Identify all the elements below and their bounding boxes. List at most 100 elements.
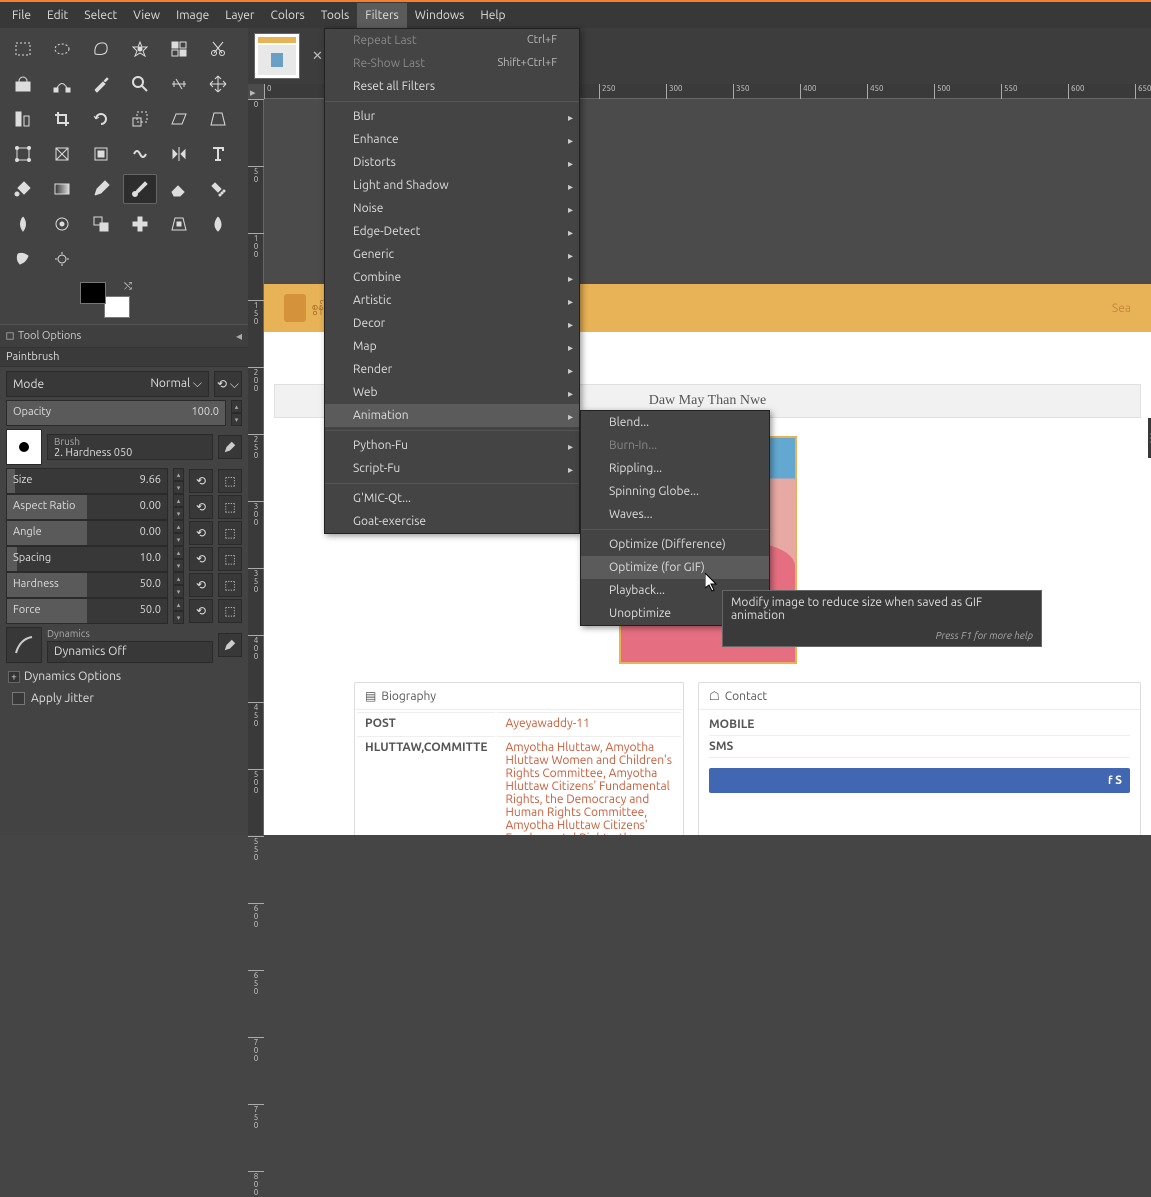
filter-edge-detect[interactable]: Edge-Detect▸ xyxy=(325,220,579,243)
filter-animation[interactable]: Animation▸ xyxy=(325,404,579,427)
size-slider[interactable]: Size9.66 xyxy=(6,468,168,494)
anim-optimize-for-gif-[interactable]: Optimize (for GIF) xyxy=(581,556,769,579)
dynamics-select[interactable]: Dynamics Off xyxy=(47,641,213,663)
tool-foreground[interactable] xyxy=(6,69,40,99)
spin-down[interactable]: ▾ xyxy=(173,533,184,546)
swap-colors-icon[interactable]: ⤭ xyxy=(124,280,132,292)
tool-flip[interactable] xyxy=(162,139,196,169)
filter-light-and-shadow[interactable]: Light and Shadow▸ xyxy=(325,174,579,197)
force-link[interactable]: ⬚ xyxy=(218,599,242,623)
angle-link[interactable]: ⬚ xyxy=(218,521,242,545)
spin-down[interactable]: ▾ xyxy=(231,413,242,426)
anim-spinning-globe-[interactable]: Spinning Globe... xyxy=(581,480,769,503)
tool-cage[interactable] xyxy=(84,139,118,169)
menu-windows[interactable]: Windows xyxy=(407,3,473,28)
size-link[interactable]: ⬚ xyxy=(218,469,242,493)
spin-down[interactable]: ▾ xyxy=(173,611,184,624)
angle-reset[interactable]: ⟲ xyxy=(189,521,213,545)
tool-measure[interactable] xyxy=(162,69,196,99)
anim-optimize-difference-[interactable]: Optimize (Difference) xyxy=(581,533,769,556)
tool-fuzzy-select[interactable] xyxy=(123,34,157,64)
filter-g-mic-qt-[interactable]: G'MIC-Qt... xyxy=(325,487,579,510)
tool-align[interactable] xyxy=(6,104,40,134)
filter-web[interactable]: Web▸ xyxy=(325,381,579,404)
spacing-slider[interactable]: Spacing10.0 xyxy=(6,546,168,572)
menu-edit[interactable]: Edit xyxy=(39,3,76,28)
tool-bucket[interactable] xyxy=(6,174,40,204)
menu-file[interactable]: File xyxy=(4,3,39,28)
filter-distorts[interactable]: Distorts▸ xyxy=(325,151,579,174)
tool-by-color[interactable] xyxy=(162,34,196,64)
spin-down[interactable]: ▾ xyxy=(173,481,184,494)
tool-rotate[interactable] xyxy=(84,104,118,134)
dynamics-edit-button[interactable] xyxy=(218,633,242,657)
filter-python-fu[interactable]: Python-Fu▸ xyxy=(325,434,579,457)
force-slider[interactable]: Force50.0 xyxy=(6,598,168,624)
tool-zoom[interactable] xyxy=(123,69,157,99)
tool-perspective[interactable] xyxy=(201,104,235,134)
filter-enhance[interactable]: Enhance▸ xyxy=(325,128,579,151)
spacing-link[interactable]: ⬚ xyxy=(218,547,242,571)
tool-free-select[interactable] xyxy=(84,34,118,64)
panel-menu-icon[interactable]: ◂ xyxy=(236,329,242,343)
menu-colors[interactable]: Colors xyxy=(262,3,312,28)
size-reset[interactable]: ⟲ xyxy=(189,469,213,493)
image-tab-thumb[interactable] xyxy=(254,33,300,79)
tool-heal[interactable] xyxy=(123,209,157,239)
spin-down[interactable]: ▾ xyxy=(173,585,184,598)
menu-image[interactable]: Image xyxy=(168,3,217,28)
dynamics-preview[interactable] xyxy=(6,627,42,663)
spin-up[interactable]: ▴ xyxy=(173,520,184,533)
dynamics-options-expander[interactable]: +Dynamics Options xyxy=(6,666,242,687)
ruler-toggle-icon[interactable]: ▸ xyxy=(250,86,256,99)
filter-reset-all-filters[interactable]: Reset all Filters xyxy=(325,75,579,98)
tool-paintbrush[interactable] xyxy=(123,174,157,204)
tool-rect-select[interactable] xyxy=(6,34,40,64)
anim-blend-[interactable]: Blend... xyxy=(581,411,769,434)
tool-perspective-clone[interactable] xyxy=(162,209,196,239)
tool-eraser[interactable] xyxy=(162,174,196,204)
spin-up[interactable]: ▴ xyxy=(173,494,184,507)
angle-slider[interactable]: Angle0.00 xyxy=(6,520,168,546)
tool-scale[interactable] xyxy=(123,104,157,134)
menu-help[interactable]: Help xyxy=(472,3,513,28)
menu-select[interactable]: Select xyxy=(76,3,125,28)
tool-ink[interactable] xyxy=(6,209,40,239)
anim-waves-[interactable]: Waves... xyxy=(581,503,769,526)
hardness-link[interactable]: ⬚ xyxy=(218,573,242,597)
mode-select[interactable]: Mode Normal ⌵ xyxy=(6,371,209,397)
menu-filters[interactable]: Filters xyxy=(357,3,406,28)
spacing-reset[interactable]: ⟲ xyxy=(189,547,213,571)
tool-crop[interactable] xyxy=(45,104,79,134)
brush-select[interactable]: Brush 2. Hardness 050 xyxy=(47,434,213,460)
menu-view[interactable]: View xyxy=(125,3,168,28)
filter-map[interactable]: Map▸ xyxy=(325,335,579,358)
hardness-reset[interactable]: ⟲ xyxy=(189,573,213,597)
tool-handle[interactable] xyxy=(45,139,79,169)
tool-move[interactable] xyxy=(201,69,235,99)
filter-generic[interactable]: Generic▸ xyxy=(325,243,579,266)
anim-rippling-[interactable]: Rippling... xyxy=(581,457,769,480)
tool-shear[interactable] xyxy=(162,104,196,134)
tool-mypaint[interactable] xyxy=(45,209,79,239)
tool-scissors[interactable] xyxy=(201,34,235,64)
spin-up[interactable]: ▴ xyxy=(173,572,184,585)
brush-edit-button[interactable] xyxy=(218,435,242,459)
tool-color-picker[interactable] xyxy=(84,69,118,99)
filter-render[interactable]: Render▸ xyxy=(325,358,579,381)
filter-goat-exercise[interactable]: Goat-exercise xyxy=(325,510,579,533)
tool-pencil[interactable] xyxy=(84,174,118,204)
mode-reset-button[interactable]: ⟲ ⌵ xyxy=(214,371,242,397)
spin-up[interactable]: ▴ xyxy=(173,546,184,559)
spin-up[interactable]: ▴ xyxy=(173,468,184,481)
spin-up[interactable]: ▴ xyxy=(173,598,184,611)
aspect-reset[interactable]: ⟲ xyxy=(189,495,213,519)
aspect-slider[interactable]: Aspect Ratio0.00 xyxy=(6,494,168,520)
spin-down[interactable]: ▾ xyxy=(173,559,184,572)
tool-blur[interactable] xyxy=(201,209,235,239)
spin-up[interactable]: ▴ xyxy=(231,400,242,413)
tool-paths[interactable] xyxy=(45,69,79,99)
fg-bg-swatch[interactable]: ⤭ xyxy=(80,282,130,318)
filter-decor[interactable]: Decor▸ xyxy=(325,312,579,335)
menu-layer[interactable]: Layer xyxy=(217,3,262,28)
